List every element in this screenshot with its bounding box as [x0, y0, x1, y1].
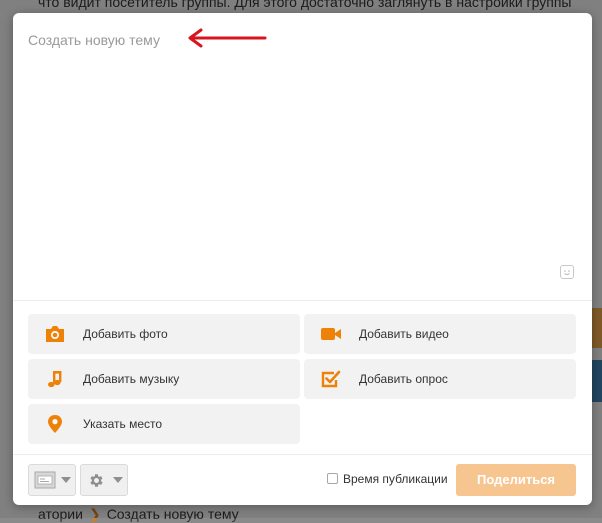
share-button[interactable]: Поделиться [456, 464, 576, 496]
map-pin-icon [48, 415, 62, 433]
create-topic-dialog: Создать новую тему Добавить фото Добавит… [13, 13, 592, 505]
chevron-down-icon [61, 477, 71, 483]
chevron-down-icon [113, 477, 123, 483]
emoji-icon[interactable] [560, 265, 574, 279]
video-camera-icon [321, 328, 341, 340]
music-note-icon [48, 371, 62, 388]
publish-time-label[interactable]: Время публикации [343, 472, 448, 486]
add-video-button[interactable]: Добавить видео [304, 314, 576, 354]
add-music-button[interactable]: Добавить музыку [28, 359, 300, 399]
gear-icon [90, 474, 103, 487]
dialog-footer: Время публикации Поделиться [13, 454, 592, 505]
post-format-dropdown[interactable] [28, 464, 76, 496]
add-poll-button[interactable]: Добавить опрос [304, 359, 576, 399]
poll-checkbox-icon [321, 370, 341, 388]
topic-title-input[interactable]: Создать новую тему [28, 32, 160, 48]
topic-editor[interactable]: Создать новую тему [13, 13, 592, 301]
add-music-label: Добавить музыку [83, 372, 180, 386]
add-poll-label: Добавить опрос [359, 372, 448, 386]
post-format-icon [34, 471, 56, 489]
annotation-arrow-icon [188, 28, 267, 48]
add-location-label: Указать место [83, 417, 163, 431]
add-video-label: Добавить видео [359, 327, 449, 341]
camera-icon [46, 326, 64, 342]
add-photo-label: Добавить фото [83, 327, 168, 341]
add-photo-button[interactable]: Добавить фото [28, 314, 300, 354]
settings-dropdown[interactable] [80, 464, 128, 496]
add-location-button[interactable]: Указать место [28, 404, 300, 444]
publish-time-checkbox[interactable] [327, 473, 338, 484]
